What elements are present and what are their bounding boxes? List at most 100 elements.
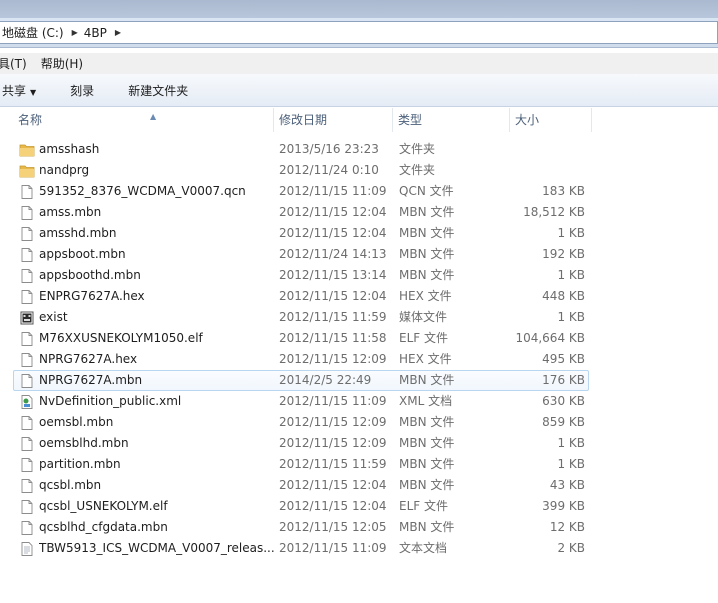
file-name: nandprg xyxy=(39,163,90,177)
address-bar: 地磁盘 (C:) ▶ 4BP ▶ xyxy=(0,18,718,48)
list-item[interactable]: amsshash 2013/5/16 23:23 文件夹 xyxy=(13,139,589,160)
column-header-name-label: 名称 xyxy=(18,113,43,127)
menu-tools[interactable]: 具(T) xyxy=(0,55,27,72)
list-item[interactable]: amsshd.mbn 2012/11/15 12:04 MBN 文件 1 KB xyxy=(13,223,589,244)
file-type: MBN 文件 xyxy=(399,457,455,471)
file-size xyxy=(510,161,585,180)
file-type: XML 文档 xyxy=(399,394,453,408)
share-label: 共享 xyxy=(2,83,27,98)
file-name: NvDefinition_public.xml xyxy=(39,394,182,408)
column-header-type[interactable]: 类型 xyxy=(393,108,510,132)
file-date: 2012/11/15 12:04 xyxy=(279,205,387,219)
list-item[interactable]: ENPRG7627A.hex 2012/11/15 12:04 HEX 文件 448 … xyxy=(13,286,589,307)
file-date: 2012/11/15 11:59 xyxy=(279,310,387,324)
file-name: appsboot.mbn xyxy=(39,247,126,261)
file-type: 文件夹 xyxy=(399,163,436,177)
file-size: 859 KB xyxy=(542,415,585,429)
xml-file-icon xyxy=(19,394,35,410)
file-date: 2013/5/16 23:23 xyxy=(279,142,379,156)
file-name: M76XXUSNEKOLYM1050.elf xyxy=(39,331,203,345)
file-icon xyxy=(19,268,35,284)
file-size xyxy=(510,140,585,159)
file-size: 1 KB xyxy=(557,457,585,471)
file-name: NPRG7627A.hex xyxy=(39,352,138,366)
file-name: amsshash xyxy=(39,142,100,156)
file-name: exist xyxy=(39,310,68,324)
file-date: 2012/11/15 12:05 xyxy=(279,520,387,534)
file-name: qcsbl_USNEKOLYM.elf xyxy=(39,499,168,513)
folder-icon xyxy=(19,142,35,158)
list-item[interactable]: nandprg 2012/11/24 0:10 文件夹 xyxy=(13,160,589,181)
file-icon xyxy=(19,457,35,473)
column-header-date[interactable]: 修改日期 xyxy=(274,108,393,132)
list-item[interactable]: NPRG7627A.hex 2012/11/15 12:09 HEX 文件 495 K… xyxy=(13,349,589,370)
file-size: 448 KB xyxy=(542,289,585,303)
list-item[interactable]: partition.mbn 2012/11/15 11:59 MBN 文件 1 KB xyxy=(13,454,589,475)
list-item[interactable]: appsboothd.mbn 2012/11/15 13:14 MBN 文件 1 KB xyxy=(13,265,589,286)
file-name: partition.mbn xyxy=(39,457,121,471)
file-icon xyxy=(19,205,35,221)
file-icon xyxy=(19,373,35,389)
column-header-name[interactable]: 名称 ▲ xyxy=(13,108,274,132)
file-date: 2012/11/24 0:10 xyxy=(279,163,379,177)
list-item[interactable]: NvDefinition_public.xml 2012/11/15 11:09 X… xyxy=(13,391,589,412)
file-type: MBN 文件 xyxy=(399,205,455,219)
list-item[interactable]: M76XXUSNEKOLYM1050.elf 2012/11/15 11:58 EL… xyxy=(13,328,589,349)
breadcrumb-drive[interactable]: 地磁盘 (C:) xyxy=(2,24,64,41)
file-type: ELF 文件 xyxy=(399,331,448,345)
breadcrumb[interactable]: 地磁盘 (C:) ▶ 4BP ▶ xyxy=(0,21,718,44)
list-item[interactable]: amss.mbn 2012/11/15 12:04 MBN 文件 18,512 KB xyxy=(13,202,589,223)
list-item[interactable]: TBW5913_ICS_WCDMA_V0007_releas... 2012/11… xyxy=(13,538,589,559)
file-name: TBW5913_ICS_WCDMA_V0007_releas... xyxy=(39,541,275,555)
folder-icon xyxy=(19,163,35,179)
file-size: 43 KB xyxy=(549,478,585,492)
file-name: oemsblhd.mbn xyxy=(39,436,129,450)
text-file-icon xyxy=(19,541,35,557)
file-icon xyxy=(19,436,35,452)
file-name: 591352_8376_WCDMA_V0007.qcn xyxy=(39,184,246,198)
new-folder-button[interactable]: 新建文件夹 xyxy=(122,82,194,99)
list-item[interactable]: qcsbl_USNEKOLYM.elf 2012/11/15 12:04 ELF 文… xyxy=(13,496,589,517)
breadcrumb-arrow-icon[interactable]: ▶ xyxy=(72,28,78,37)
list-item[interactable]: oemsbl.mbn 2012/11/15 12:09 MBN 文件 859 KB xyxy=(13,412,589,433)
file-date: 2012/11/15 11:09 xyxy=(279,541,387,555)
file-size: 18,512 KB xyxy=(523,205,585,219)
chevron-down-icon: ▼ xyxy=(30,87,37,97)
list-item[interactable]: 591352_8376_WCDMA_V0007.qcn 2012/11/15 11… xyxy=(13,181,589,202)
list-item[interactable]: appsboot.mbn 2012/11/24 14:13 MBN 文件 192 KB xyxy=(13,244,589,265)
burn-button[interactable]: 刻录 xyxy=(64,82,100,99)
list-item[interactable]: NPRG7627A.mbn 2014/2/5 22:49 MBN 文件 176 KB xyxy=(13,370,589,391)
list-item[interactable]: qcsbl.mbn 2012/11/15 12:04 MBN 文件 43 KB xyxy=(13,475,589,496)
file-size: 176 KB xyxy=(542,373,585,387)
column-header-size[interactable]: 大小 xyxy=(510,108,592,132)
file-type: MBN 文件 xyxy=(399,415,455,429)
file-type: MBN 文件 xyxy=(399,520,455,534)
file-icon xyxy=(19,331,35,347)
file-name: qcsbl.mbn xyxy=(39,478,102,492)
file-type: MBN 文件 xyxy=(399,478,455,492)
list-item[interactable]: oemsblhd.mbn 2012/11/15 12:09 MBN 文件 1 KB xyxy=(13,433,589,454)
file-size: 192 KB xyxy=(542,247,585,261)
file-type: MBN 文件 xyxy=(399,436,455,450)
list-item[interactable]: qcsblhd_cfgdata.mbn 2012/11/15 12:05 MBN 文… xyxy=(13,517,589,538)
share-button[interactable]: 共享 ▼ xyxy=(0,82,42,99)
file-size: 630 KB xyxy=(542,394,585,408)
file-icon xyxy=(19,520,35,536)
file-type: 媒体文件 xyxy=(399,310,448,324)
file-date: 2012/11/15 13:14 xyxy=(279,268,387,282)
file-date: 2012/11/15 12:09 xyxy=(279,415,387,429)
file-type: MBN 文件 xyxy=(399,226,455,240)
file-name: appsboothd.mbn xyxy=(39,268,141,282)
file-size: 104,664 KB xyxy=(515,331,585,345)
file-date: 2012/11/15 12:04 xyxy=(279,499,387,513)
file-size: 183 KB xyxy=(542,184,585,198)
column-headers: 名称 ▲ 修改日期 类型 大小 xyxy=(0,108,718,132)
menu-help[interactable]: 帮助(H) xyxy=(41,55,83,72)
file-icon xyxy=(19,247,35,263)
media-file-icon xyxy=(19,310,35,326)
file-type: HEX 文件 xyxy=(399,352,452,366)
list-item[interactable]: exist 2012/11/15 11:59 媒体文件 1 KB xyxy=(13,307,589,328)
toolbar: 共享 ▼ 刻录 新建文件夹 xyxy=(0,74,718,107)
breadcrumb-folder[interactable]: 4BP xyxy=(84,26,107,40)
breadcrumb-arrow-icon[interactable]: ▶ xyxy=(115,28,121,37)
